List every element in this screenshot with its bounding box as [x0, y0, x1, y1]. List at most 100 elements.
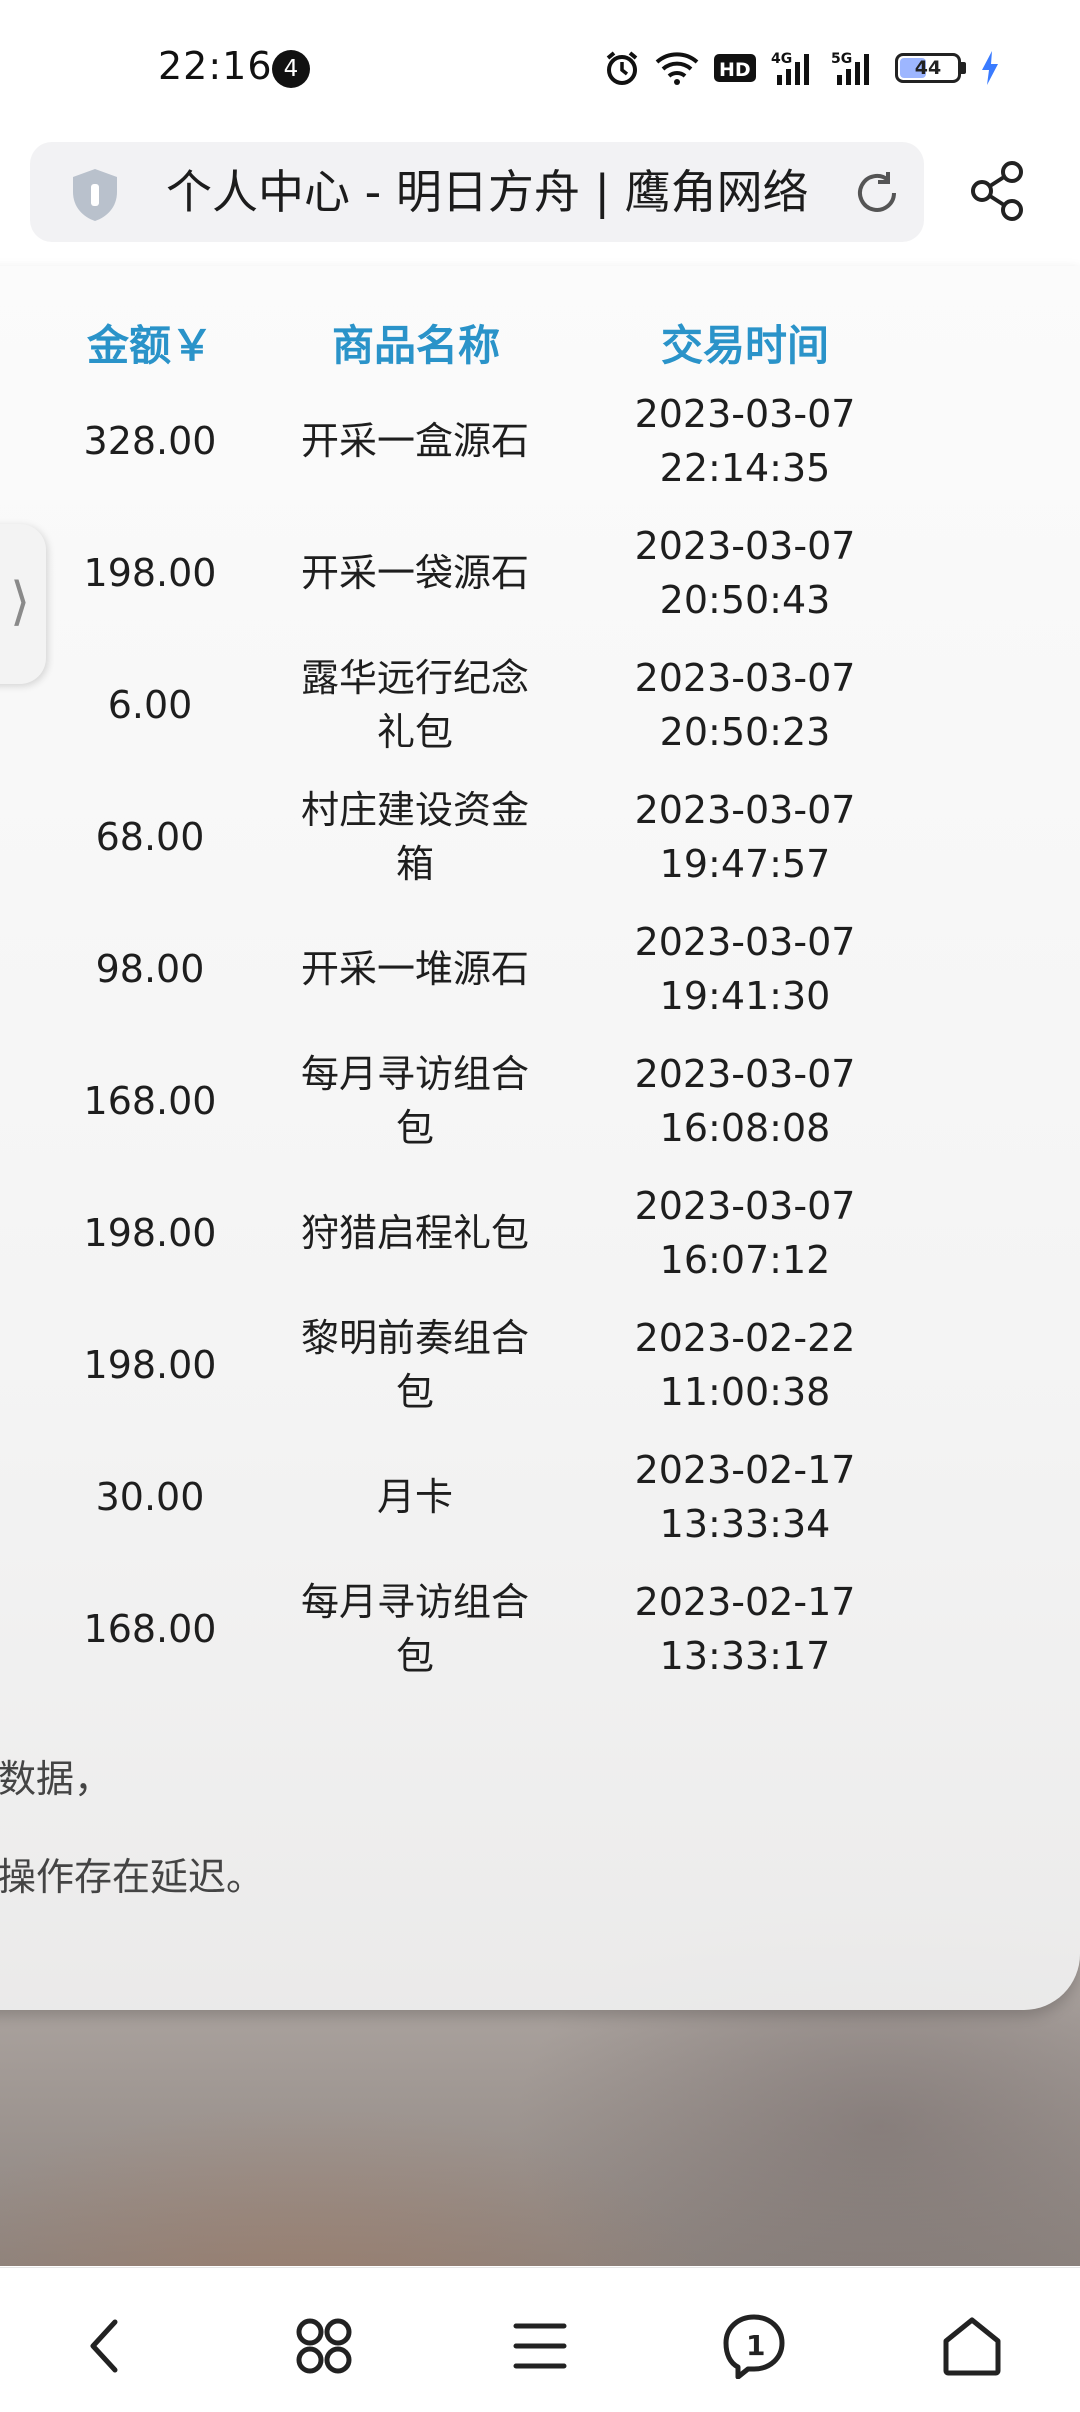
product-name-line: 狩猎启程礼包 — [300, 1211, 529, 1255]
table-header: 金额￥ 商品名称 交易时间 — [0, 312, 1080, 370]
transaction-time-cell: 2023-02-17 13:33:34 — [590, 1443, 900, 1551]
product-name-cell: 黎明前奏组合包 — [270, 1311, 560, 1419]
transaction-clock: 19:47:57 — [659, 842, 831, 886]
transaction-clock: 22:14:35 — [659, 446, 831, 490]
transaction-time-cell: 2023-03-07 19:41:30 — [590, 915, 900, 1023]
battery-icon: 44 — [895, 48, 966, 88]
transaction-clock: 13:33:17 — [659, 1634, 831, 1678]
charging-icon — [980, 48, 1000, 88]
product-name-line: 露华远行纪念 — [300, 656, 529, 700]
apps-button[interactable] — [284, 2306, 364, 2386]
table-row: 68.00 村庄建设资金箱 2023-03-07 19:47:57 — [0, 771, 1080, 903]
table-row: 168.00 每月寻访组合包 2023-03-07 16:08:08 — [0, 1035, 1080, 1167]
table-row: 198.00 黎明前奏组合包 2023-02-22 11:00:38 — [0, 1299, 1080, 1431]
transaction-time-cell: 2023-03-07 16:07:12 — [590, 1179, 900, 1287]
product-name-line: 开采一堆源石 — [300, 947, 529, 991]
tabs-button[interactable]: 1 — [714, 2306, 794, 2386]
transaction-date: 2023-03-07 — [634, 1184, 856, 1228]
note-line-1: 数据， — [0, 1757, 113, 1801]
table-row: 30.00 月卡 2023-02-17 13:33:34 — [0, 1431, 1080, 1563]
transaction-time-cell: 2023-03-07 22:14:35 — [590, 387, 900, 495]
product-name-line: 开采一袋源石 — [300, 551, 529, 595]
transaction-clock: 11:00:38 — [659, 1370, 831, 1414]
transaction-clock: 20:50:23 — [659, 710, 831, 754]
product-name-line: 每月寻访组合 — [300, 1052, 529, 1096]
product-name-cell: 村庄建设资金箱 — [270, 783, 560, 891]
tab-count: 1 — [746, 2329, 765, 2362]
notification-badge: 4 — [272, 50, 310, 88]
transaction-date: 2023-03-07 — [634, 656, 856, 700]
home-icon — [943, 2317, 1001, 2376]
product-name-cell: 开采一袋源石 — [270, 546, 560, 600]
status-time: 22:16 — [158, 44, 273, 88]
table-row: 328.00 开采一盒源石 2023-03-07 22:14:35 — [0, 375, 1080, 507]
share-icon[interactable] — [968, 160, 1028, 226]
product-name-line: 礼包 — [376, 710, 453, 754]
home-button[interactable] — [932, 2306, 1012, 2386]
transaction-clock: 16:08:08 — [659, 1106, 831, 1150]
amount-cell: 168.00 — [83, 1607, 217, 1651]
amount-cell: 198.00 — [83, 551, 217, 595]
menu-button[interactable] — [500, 2306, 580, 2386]
transaction-date: 2023-03-07 — [634, 392, 856, 436]
product-name-line: 包 — [395, 1370, 434, 1414]
apps-icon — [296, 2318, 352, 2374]
amount-cell: 198.00 — [83, 1211, 217, 1255]
transaction-clock: 20:50:43 — [659, 578, 831, 622]
transaction-date: 2023-03-07 — [634, 920, 856, 964]
table-row: 198.00 狩猎启程礼包 2023-03-07 16:07:12 — [0, 1167, 1080, 1299]
amount-cell: 68.00 — [95, 815, 205, 859]
product-name-line: 箱 — [395, 842, 434, 886]
transaction-date: 2023-03-07 — [634, 524, 856, 568]
product-name-cell: 露华远行纪念 礼包 — [270, 651, 560, 759]
back-icon — [90, 2319, 118, 2373]
refresh-icon[interactable] — [852, 168, 902, 222]
transaction-time-cell: 2023-03-07 20:50:23 — [590, 651, 900, 759]
shield-icon[interactable] — [66, 166, 124, 228]
hd-icon: HD — [713, 48, 757, 88]
amount-cell: 98.00 — [95, 947, 205, 991]
transaction-clock: 19:41:30 — [659, 974, 831, 1018]
battery-percentage: 44 — [914, 57, 942, 79]
signal-5g-label: 5G — [831, 51, 852, 67]
product-name-cell: 每月寻访组合包 — [270, 1047, 560, 1155]
product-name-line: 黎明前奏组合 — [300, 1316, 529, 1360]
menu-icon — [513, 2323, 567, 2369]
back-button[interactable] — [66, 2306, 146, 2386]
page-title[interactable]: 个人中心 - 明日方舟 | 鹰角网络 — [166, 160, 856, 224]
amount-cell: 30.00 — [95, 1475, 205, 1519]
product-name-cell: 狩猎启程礼包 — [270, 1206, 560, 1260]
transaction-date: 2023-03-07 — [634, 1052, 856, 1096]
product-name-line: 每月寻访组合 — [300, 1580, 529, 1624]
signal-5g-icon: 5G — [831, 48, 877, 88]
product-name-line: 包 — [395, 1106, 434, 1150]
transaction-time-cell: 2023-03-07 19:47:57 — [590, 783, 900, 891]
status-icons: HD 4G 5G 44 — [603, 44, 1000, 92]
transaction-time-cell: 2023-02-22 11:00:38 — [590, 1311, 900, 1419]
product-name-line: 包 — [395, 1634, 434, 1678]
address-bar[interactable]: 个人中心 - 明日方舟 | 鹰角网络 — [30, 142, 924, 242]
transaction-date: 2023-02-22 — [634, 1316, 856, 1360]
wifi-icon — [655, 48, 699, 88]
signal-4g-label: 4G — [771, 51, 792, 67]
header-product-name: 商品名称 — [331, 321, 500, 370]
alarm-icon — [603, 48, 641, 88]
transaction-clock: 13:33:34 — [659, 1502, 831, 1546]
amount-cell: 168.00 — [83, 1079, 217, 1123]
transaction-time-cell: 2023-03-07 16:08:08 — [590, 1047, 900, 1155]
transaction-date: 2023-02-17 — [634, 1580, 856, 1624]
hd-text: HD — [719, 59, 751, 81]
product-name-cell: 开采一盒源石 — [270, 414, 560, 468]
amount-cell: 198.00 — [83, 1343, 217, 1387]
amount-cell: 6.00 — [107, 683, 193, 727]
signal-4g-icon: 4G — [771, 48, 817, 88]
header-amount: 金额￥ — [86, 321, 213, 370]
bottom-navigation: 1 — [0, 2268, 1080, 2412]
product-name-line: 村庄建设资金 — [300, 788, 529, 832]
transaction-date: 2023-03-07 — [634, 788, 856, 832]
tabs-icon: 1 — [723, 2314, 785, 2379]
transaction-time-cell: 2023-02-17 13:33:17 — [590, 1575, 900, 1683]
note-line-2: 操作存在延迟。 — [0, 1855, 265, 1899]
transaction-date: 2023-02-17 — [634, 1448, 856, 1492]
transaction-time-cell: 2023-03-07 20:50:43 — [590, 519, 900, 627]
